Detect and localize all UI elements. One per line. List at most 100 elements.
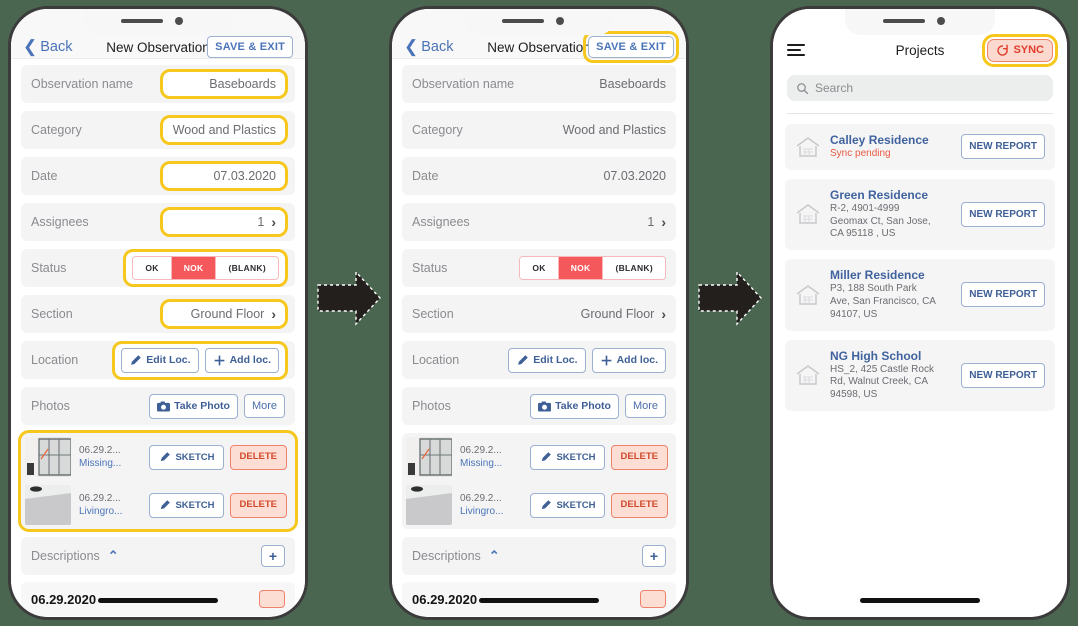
photo-item[interactable]: 06.29.2... Livingro... SKETCH DELETE	[402, 481, 676, 529]
status-option-ok[interactable]: OK	[520, 257, 559, 279]
observation-name-value[interactable]: Baseboards	[599, 77, 666, 91]
row-date[interactable]: Date 07.03.2020	[402, 157, 676, 195]
chevron-up-icon[interactable]: ⌃	[489, 548, 500, 564]
project-name: NG High School	[830, 348, 922, 363]
delete-button[interactable]: DELETE	[610, 444, 668, 470]
save-and-exit-button-2[interactable]: SAVE & EXIT	[583, 30, 679, 63]
status-segmented-control[interactable]: OK NOK (BLANK)	[519, 256, 666, 280]
sketch-button[interactable]: SKETCH	[530, 492, 605, 518]
photo-thumbnail[interactable]	[25, 485, 71, 525]
row-observation-name[interactable]: Observation name Baseboards	[402, 65, 676, 103]
row-observation-name[interactable]: Observation name Baseboards	[21, 65, 295, 103]
save-and-exit-button-1[interactable]: SAVE & EXIT	[207, 35, 293, 58]
new-report-button[interactable]: NEW REPORT	[961, 134, 1045, 160]
delete-button[interactable]: DELETE	[229, 492, 287, 518]
sketch-button[interactable]: SKETCH	[149, 492, 224, 518]
sketch-label: SKETCH	[175, 499, 215, 511]
back-button-1[interactable]: ❮ Back	[23, 38, 73, 55]
add-location-button[interactable]: Add loc.	[204, 347, 279, 373]
photo-name[interactable]: Missing...	[460, 458, 512, 469]
photo-thumbnail-image	[25, 485, 71, 525]
phone-3-screen: Projects SYNC Search Calley Residence Sy…	[773, 9, 1067, 617]
row-label: Observation name	[31, 77, 134, 91]
photo-date: 06.29.2...	[79, 445, 121, 456]
project-card[interactable]: NG High School HS_2, 425 Castle Rock Rd,…	[785, 339, 1055, 411]
description-date: 06.29.2020	[412, 591, 478, 607]
add-location-button[interactable]: Add loc.	[591, 347, 666, 373]
row-section[interactable]: Section Ground Floor ›	[402, 295, 676, 333]
edit-location-button[interactable]: Edit Loc.	[508, 347, 586, 373]
section-value-group[interactable]: Ground Floor ›	[581, 307, 666, 321]
date-value[interactable]: 07.03.2020	[160, 161, 288, 191]
descriptions-section-header[interactable]: Descriptions ⌃ +	[21, 537, 295, 575]
delete-button[interactable]: DELETE	[610, 492, 668, 518]
sketch-label: SKETCH	[556, 499, 596, 511]
photo-item[interactable]: 06.29.2... Livingro... SKETCH DELETE	[21, 481, 295, 529]
chevron-right-icon: ›	[661, 214, 666, 230]
status-option-ok[interactable]: OK	[133, 257, 172, 279]
search-bar[interactable]: Search	[787, 75, 1053, 101]
take-photo-label: Take Photo	[555, 400, 611, 412]
photo-name[interactable]: Livingro...	[79, 506, 131, 517]
photos-more-button[interactable]: More	[243, 394, 285, 418]
photo-name[interactable]: Missing...	[79, 458, 131, 469]
photo-thumbnail[interactable]	[406, 437, 452, 477]
photo-thumbnail[interactable]	[25, 437, 71, 477]
speaker-slot	[502, 19, 544, 23]
sketch-button[interactable]: SKETCH	[530, 444, 605, 470]
chevron-up-icon[interactable]: ⌃	[108, 548, 119, 564]
photo-actions: SKETCH DELETE	[530, 444, 668, 470]
photos-actions: Take Photo More	[149, 393, 285, 419]
edit-location-button[interactable]: Edit Loc.	[121, 347, 199, 373]
photo-name[interactable]: Livingro...	[460, 506, 512, 517]
project-card[interactable]: Calley Residence Sync pending NEW REPORT	[785, 124, 1055, 170]
new-report-button[interactable]: NEW REPORT	[961, 201, 1045, 227]
new-report-button[interactable]: NEW REPORT	[961, 362, 1045, 388]
add-description-button[interactable]: +	[642, 545, 666, 567]
status-option-nok[interactable]: NOK	[171, 257, 217, 279]
delete-icon-button[interactable]	[640, 590, 666, 608]
observation-name-value[interactable]: Baseboards	[160, 69, 288, 99]
assignees-value-group[interactable]: 1 ›	[160, 207, 288, 237]
row-assignees[interactable]: Assignees 1 ›	[21, 203, 295, 241]
row-category[interactable]: Category Wood and Plastics	[21, 111, 295, 149]
new-report-button[interactable]: NEW REPORT	[961, 282, 1045, 308]
take-photo-button[interactable]: Take Photo	[149, 393, 238, 419]
take-photo-label: Take Photo	[174, 400, 230, 412]
section-value: Ground Floor	[580, 307, 655, 321]
photo-item[interactable]: 06.29.2... Missing... SKETCH DELETE	[21, 433, 295, 481]
description-date: 06.29.2020	[31, 591, 97, 607]
project-card[interactable]: Green Residence R-2, 4901-4999 Geomax Ct…	[785, 178, 1055, 251]
row-section[interactable]: Section Ground Floor ›	[21, 295, 295, 333]
add-description-button[interactable]: +	[261, 545, 285, 567]
assignees-value-group[interactable]: 1 ›	[647, 215, 666, 229]
delete-button[interactable]: DELETE	[229, 444, 287, 470]
project-name: Green Residence	[830, 187, 929, 202]
section-value: Ground Floor	[190, 307, 265, 321]
photo-thumbnail[interactable]	[406, 485, 452, 525]
status-segmented-control[interactable]: OK NOK (BLANK)	[132, 256, 279, 280]
sketch-button[interactable]: SKETCH	[149, 444, 224, 470]
take-photo-button[interactable]: Take Photo	[530, 393, 619, 419]
back-button-2[interactable]: ❮ Back	[404, 38, 454, 55]
status-option-blank[interactable]: (BLANK)	[603, 257, 665, 279]
category-value[interactable]: Wood and Plastics	[160, 115, 288, 145]
date-value[interactable]: 07.03.2020	[603, 169, 666, 183]
sync-button[interactable]: SYNC	[982, 33, 1058, 67]
row-label: Category	[412, 123, 463, 137]
photos-more-button[interactable]: More	[624, 394, 666, 418]
project-card[interactable]: Miller Residence P3, 188 South Park Ave,…	[785, 259, 1055, 331]
row-category[interactable]: Category Wood and Plastics	[402, 111, 676, 149]
status-option-nok[interactable]: NOK	[558, 257, 604, 279]
delete-icon-button[interactable]	[259, 590, 285, 608]
photo-date: 06.29.2...	[460, 445, 502, 456]
add-location-label: Add loc.	[616, 354, 658, 366]
category-value[interactable]: Wood and Plastics	[563, 123, 666, 137]
section-value-group[interactable]: Ground Floor ›	[160, 299, 288, 329]
photo-item[interactable]: 06.29.2... Missing... SKETCH DELETE	[402, 433, 676, 481]
descriptions-section-header[interactable]: Descriptions ⌃ +	[402, 537, 676, 575]
row-date[interactable]: Date 07.03.2020	[21, 157, 295, 195]
front-camera-dot	[937, 17, 945, 25]
status-option-blank[interactable]: (BLANK)	[216, 257, 278, 279]
row-assignees[interactable]: Assignees 1 ›	[402, 203, 676, 241]
